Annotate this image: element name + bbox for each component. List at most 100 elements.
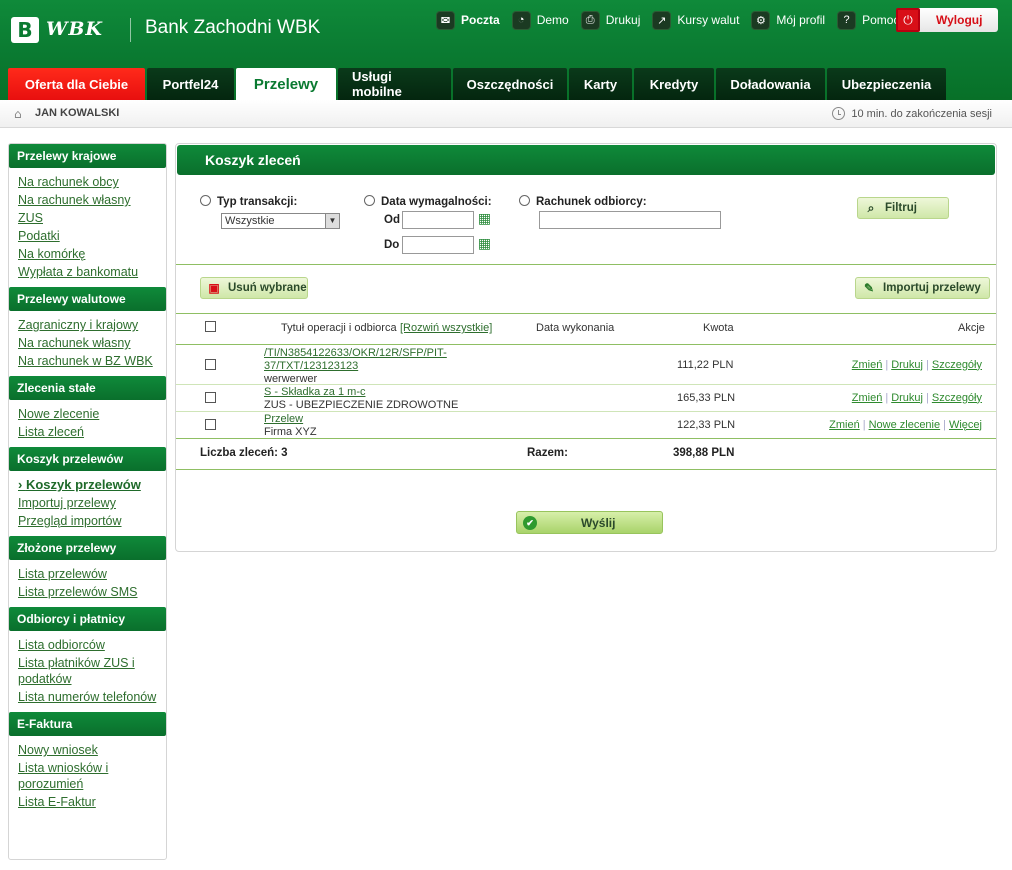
radio-type-filter[interactable] — [200, 195, 211, 206]
row-separator — [176, 384, 996, 385]
sidebar-item[interactable]: Nowe zlecenie — [9, 405, 166, 423]
sidebar-item[interactable]: Przegląd importów — [9, 512, 166, 530]
logout-button[interactable]: ⏻ Wyloguj — [896, 8, 998, 32]
sidebar-item[interactable]: Koszyk przelewów — [9, 476, 166, 494]
bank-name: Bank Zachodni WBK — [145, 17, 321, 38]
sidebar-item[interactable]: Nowy wniosek — [9, 741, 166, 759]
sidebar-item[interactable]: Wypłata z bankomatu — [9, 263, 166, 281]
sidebar-item[interactable]: Lista odbiorców — [9, 636, 166, 654]
select-all-checkbox[interactable] — [205, 321, 216, 332]
row-action-link[interactable]: Zmień — [829, 419, 860, 431]
radio-account-filter[interactable] — [519, 195, 530, 206]
sidebar-item[interactable]: Lista E-Faktur — [9, 793, 166, 811]
sidebar-section-list: Lista odbiorców Lista płatników ZUS i pod… — [9, 634, 166, 712]
sidebar-item[interactable]: Lista numerów telefonów — [9, 688, 166, 706]
sidebar-menu: Przelewy krajowe Na rachunek obcy Na rachu… — [8, 143, 167, 860]
row-amount: 122,33 PLN — [677, 418, 736, 431]
sidebar-section-title[interactable]: Odbiorcy i płatnicy — [9, 607, 166, 631]
row-action-link[interactable]: Zmień — [852, 359, 883, 371]
sidebar-item[interactable]: Lista przelewów — [9, 565, 166, 583]
row-action-link[interactable]: Drukuj — [891, 359, 923, 371]
row-action-link[interactable]: Nowe zlecenie — [869, 419, 941, 431]
row-title-link[interactable]: S - Składka za 1 m-c — [264, 386, 365, 399]
date-from-input[interactable] — [402, 211, 474, 229]
send-button-label: Wyślij — [581, 515, 616, 530]
panel-title: Koszyk zleceń — [177, 145, 995, 175]
account-input[interactable] — [539, 211, 721, 229]
sidebar-item[interactable]: Lista przelewów SMS — [9, 583, 166, 601]
user-name: JAN KOWALSKI — [35, 107, 120, 119]
row-checkbox[interactable] — [205, 358, 216, 370]
sidebar-item[interactable]: Importuj przelewy — [9, 494, 166, 512]
top-link-mój-profil[interactable]: ⚙ Mój profil — [751, 10, 826, 30]
tab-ubezpieczenia[interactable]: Ubezpieczenia — [827, 68, 946, 100]
radio-date-filter[interactable] — [364, 195, 375, 206]
col-amount: Kwota — [703, 322, 734, 334]
sidebar-section-title[interactable]: Przelewy walutowe — [9, 287, 166, 311]
top-link-label: Demo — [536, 13, 569, 27]
tab-karty[interactable]: Karty — [569, 68, 632, 100]
filter-button-label: Filtruj — [885, 202, 917, 214]
tab-doładowania[interactable]: Doładowania — [716, 68, 825, 100]
date-to-input[interactable] — [402, 236, 474, 254]
tab-oferta-dla-ciebie[interactable]: Oferta dla Ciebie — [8, 68, 145, 100]
tab-oszczędności[interactable]: Oszczędności — [453, 68, 567, 100]
row-action-link[interactable]: Szczegóły — [932, 392, 982, 404]
row-title-link-cont[interactable]: 37/TXT/123123123 — [264, 360, 358, 373]
sidebar-section-title[interactable]: Przelewy krajowe — [9, 144, 166, 168]
top-link-pomoc[interactable]: ? Pomoc — [837, 10, 899, 30]
sidebar-section-title[interactable]: Złożone przelewy — [9, 536, 166, 560]
top-link-label: Mój profil — [776, 13, 826, 27]
row-action-link[interactable]: Szczegóły — [932, 359, 982, 371]
tab-przelewy[interactable]: Przelewy — [236, 68, 336, 100]
sidebar-item[interactable]: Na komórkę — [9, 245, 166, 263]
sidebar-item[interactable]: Lista zleceń — [9, 423, 166, 441]
delete-button-label: Usuń wybrane — [228, 282, 307, 294]
expand-all-link[interactable]: [Rozwiń wszystkie] — [400, 322, 492, 334]
filter-button[interactable]: ⌕ Filtruj — [857, 197, 949, 219]
type-select[interactable]: Wszystkie ▼ — [221, 213, 340, 229]
sidebar-item[interactable]: Zagraniczny i krajowy — [9, 316, 166, 334]
top-header: B WBK Bank Zachodni WBK ✉ Poczta ◔ Demo ⎙ Dru… — [0, 0, 1012, 100]
bank-logo-text[interactable]: WBK — [46, 18, 103, 40]
tab-portfel24[interactable]: Portfel24 — [147, 68, 234, 100]
sidebar-item[interactable]: Lista wniosków i porozumień — [9, 759, 166, 793]
sidebar-section-title[interactable]: Zlecenia stałe — [9, 376, 166, 400]
bank-logo-icon[interactable]: B — [11, 17, 39, 43]
row-title-link[interactable]: /TI/N3854122633/OKR/12R/SFP/PIT- — [264, 347, 447, 360]
row-title-link[interactable]: Przelew — [264, 413, 303, 426]
sidebar-section-list: Koszyk przelewówImportuj przelewyPrzeglą… — [9, 474, 166, 536]
sidebar-item[interactable]: Na rachunek własny — [9, 334, 166, 352]
sidebar-item[interactable]: Lista płatników ZUS i podatków — [9, 654, 166, 688]
import-button[interactable]: ✎ Importuj przelewy — [855, 277, 990, 299]
calendar-icon[interactable]: ▦ — [476, 236, 493, 253]
sidebar-item[interactable]: Podatki — [9, 227, 166, 245]
top-links: ✉ Poczta ◔ Demo ⎙ Drukuj ↗ Kursy walut ⚙ Mój prof… — [436, 9, 911, 31]
delete-selected-button[interactable]: ▣ Usuń wybrane — [200, 277, 308, 299]
sidebar-section-title[interactable]: Koszyk przelewów — [9, 447, 166, 471]
sidebar-item[interactable]: Na rachunek obcy — [9, 173, 166, 191]
row-checkbox[interactable] — [205, 418, 216, 430]
sidebar-item[interactable]: ZUS — [9, 209, 166, 227]
top-link-label: Kursy walut — [677, 13, 740, 27]
row-amount: 165,33 PLN — [677, 391, 736, 404]
divider — [176, 469, 996, 470]
row-action-link[interactable]: Zmień — [852, 392, 883, 404]
sidebar-item[interactable]: Na rachunek własny — [9, 191, 166, 209]
top-link-demo[interactable]: ◔ Demo — [511, 10, 569, 30]
calendar-icon[interactable]: ▦ — [476, 211, 493, 228]
chevron-down-icon[interactable]: ▼ — [325, 214, 339, 228]
sidebar-item[interactable]: Na rachunek w BZ WBK — [9, 352, 166, 370]
date-label: Data wymagalności: — [381, 196, 492, 208]
send-button[interactable]: ✔ Wyślij — [516, 511, 663, 534]
tab-kredyty[interactable]: Kredyty — [634, 68, 714, 100]
top-link-poczta[interactable]: ✉ Poczta — [436, 10, 500, 30]
tab-usługi-mobilne[interactable]: Usługi mobilne — [338, 68, 451, 100]
row-checkbox[interactable] — [205, 391, 216, 403]
sidebar-section-title[interactable]: E-Faktura — [9, 712, 166, 736]
top-link-kursy-walut[interactable]: ↗ Kursy walut — [652, 10, 740, 30]
basket-panel: Koszyk zleceń Typ transakcji: Wszystkie … — [175, 143, 997, 552]
row-action-link[interactable]: Więcej — [949, 419, 982, 431]
row-action-link[interactable]: Drukuj — [891, 392, 923, 404]
top-link-drukuj[interactable]: ⎙ Drukuj — [580, 10, 640, 30]
